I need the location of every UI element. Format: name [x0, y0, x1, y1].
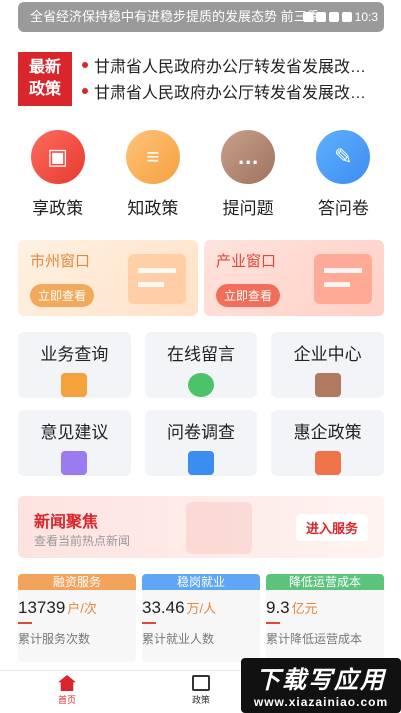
stat-description: 累计降低运营成本: [266, 632, 363, 646]
window-cards: 市州窗口 立即查看 产业窗口 立即查看: [18, 240, 384, 316]
stat-value: 13739 户/次: [18, 598, 97, 617]
wifi-icon: [315, 12, 326, 22]
feature-buttons: ▣ 享政策 ≡ 知政策 … 提问题 ✎ 答问卷: [0, 130, 401, 219]
ask-question-button[interactable]: … 提问题: [208, 130, 288, 219]
survey-edit-icon: [187, 451, 214, 475]
battery-icon: [341, 12, 352, 22]
policy-document-icon: [314, 451, 341, 475]
stat-value: 9.3 亿元: [266, 598, 318, 617]
bullet-icon: [82, 62, 88, 68]
industry-window-card[interactable]: 产业窗口 立即查看: [204, 240, 384, 316]
news-illustration-icon: [186, 502, 252, 554]
city-window-card[interactable]: 市州窗口 立即查看: [18, 240, 198, 316]
stat-header: 稳岗就业: [142, 574, 260, 590]
award-icon: ▣: [30, 130, 85, 184]
enjoy-policy-button[interactable]: ▣ 享政策: [18, 130, 98, 219]
signal-icon: [328, 12, 339, 22]
envelope-icon: [61, 451, 88, 475]
nav-home[interactable]: 首页: [0, 671, 134, 713]
building-icon: [314, 373, 341, 397]
policy-icon: [192, 675, 210, 691]
location-icon: [302, 12, 313, 22]
stat-card-cost-reduction[interactable]: 降低运营成本 9.3 亿元 累计降低运营成本: [266, 574, 384, 662]
stat-value: 33.46 万/人: [142, 598, 217, 617]
stats-row: 融资服务 13739 户/次 累计服务次数 稳岗就业 33.46 万/人 累计就业人…: [18, 574, 384, 662]
home-icon: [58, 675, 76, 691]
notification-text: 全省经济保持稳中有进稳步提质的发展态势 前三季: [30, 9, 320, 24]
latest-policy-ticker: 最新 政策 甘肃省人民政府办公厅转发省发展改… 甘肃省人民政府办公厅转发省发展改…: [18, 52, 384, 106]
stat-description: 累计就业人数: [142, 632, 215, 646]
stat-card-employment[interactable]: 稳岗就业 33.46 万/人 累计就业人数: [142, 574, 260, 662]
watermark-logo: 下载写应用 www.xiazainiao.com: [241, 658, 401, 713]
survey-tile[interactable]: 问卷调查: [144, 410, 258, 476]
stat-header: 融资服务: [18, 574, 136, 590]
stat-header: 降低运营成本: [266, 574, 384, 590]
ticker-item[interactable]: 甘肃省人民政府办公厅转发省发展改…: [82, 52, 384, 78]
stat-description: 累计服务次数: [18, 632, 91, 646]
news-subtitle: 查看当前热点新闻: [34, 534, 131, 548]
notification-banner[interactable]: 全省经济保持稳中有进稳步提质的发展态势 前三季 10:3: [18, 2, 384, 32]
inbox-icon: [61, 373, 88, 397]
card-illustration-icon: [128, 254, 186, 304]
business-query-tile[interactable]: 业务查询: [18, 332, 131, 398]
enter-service-button[interactable]: 进入服务: [295, 514, 368, 541]
news-focus-banner[interactable]: 新闻聚焦 查看当前热点新闻 进入服务: [18, 496, 384, 558]
divider: [142, 622, 156, 624]
divider: [18, 622, 32, 624]
answer-survey-button[interactable]: ✎ 答问卷: [303, 130, 383, 219]
online-message-tile[interactable]: 在线留言: [144, 332, 258, 398]
system-icons: 10:3: [302, 2, 378, 32]
news-title: 新闻聚焦: [34, 514, 99, 531]
enterprise-policy-tile[interactable]: 惠企政策: [271, 410, 384, 476]
enterprise-center-tile[interactable]: 企业中心: [271, 332, 384, 398]
view-now-button[interactable]: 立即查看: [30, 284, 95, 307]
chat-icon: …: [221, 130, 276, 184]
chart-illustration-icon: [314, 254, 372, 304]
latest-policy-badge: 最新 政策: [18, 52, 72, 106]
status-bar: 全省经济保持稳中有进稳步提质的发展态势 前三季 10:3: [0, 0, 401, 34]
divider: [266, 622, 280, 624]
know-policy-button[interactable]: ≡ 知政策: [113, 130, 193, 219]
view-now-button[interactable]: 立即查看: [216, 284, 281, 307]
message-icon: [187, 373, 214, 397]
service-grid: 业务查询 在线留言 企业中心 意见建议 问卷调查 惠企政策: [18, 332, 384, 476]
bullet-icon: [82, 88, 88, 94]
edit-icon: ✎: [316, 130, 371, 184]
document-icon: ≡: [125, 130, 180, 184]
ticker-item[interactable]: 甘肃省人民政府办公厅转发省发展改…: [82, 78, 384, 104]
clock: 10:3: [354, 10, 378, 24]
stat-card-financing[interactable]: 融资服务 13739 户/次 累计服务次数: [18, 574, 136, 662]
suggestions-tile[interactable]: 意见建议: [18, 410, 131, 476]
